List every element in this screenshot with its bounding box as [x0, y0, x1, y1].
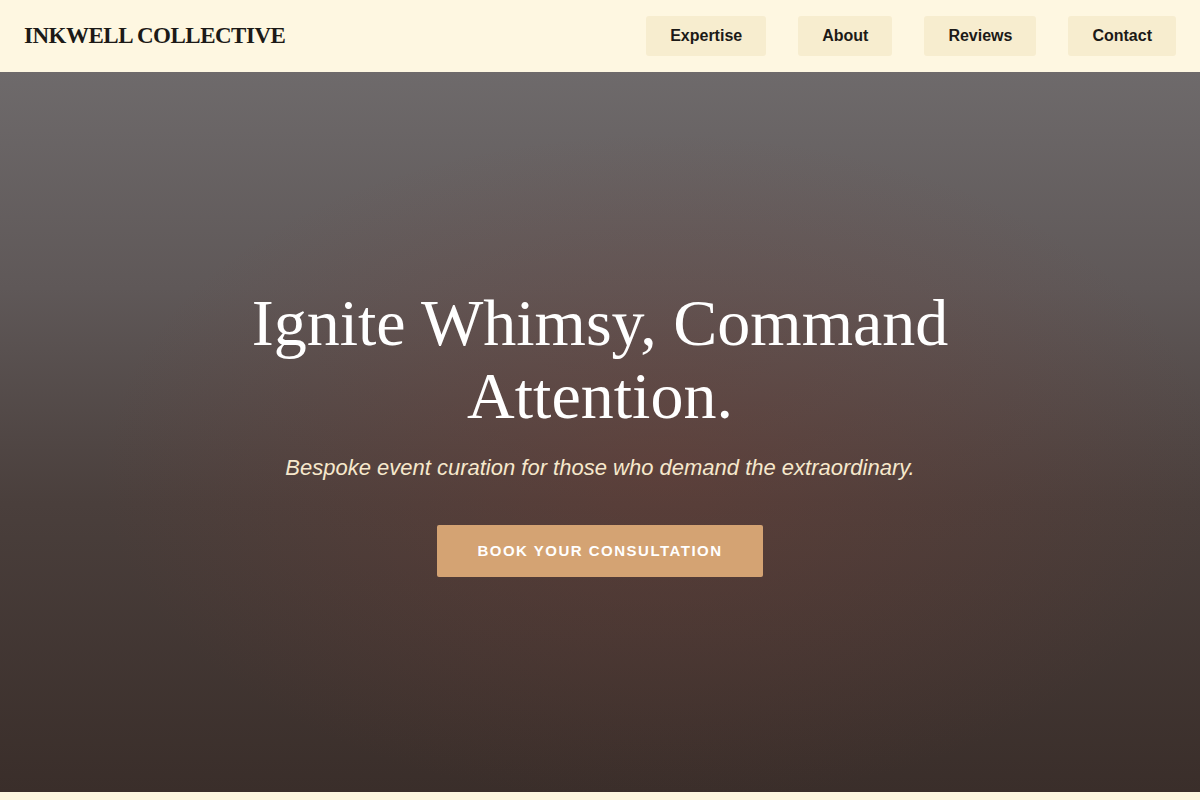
nav-link[interactable]: Contact — [1068, 16, 1176, 56]
main-nav: Expertise About Reviews Contact — [646, 16, 1176, 56]
hero-section: Ignite Whimsy, Command Attention. Bespoke… — [0, 72, 1200, 792]
page: INKWELL COLLECTIVE Expertise About Reviews C… — [0, 0, 1200, 800]
consultation-button[interactable]: BOOK YOUR CONSULTATION — [437, 525, 762, 577]
hero-subtitle: Bespoke event curation for those who dem… — [285, 455, 914, 481]
nav-link[interactable]: About — [798, 16, 892, 56]
brand-logo[interactable]: INKWELL COLLECTIVE — [24, 23, 285, 49]
site-header: INKWELL COLLECTIVE Expertise About Reviews C… — [0, 0, 1200, 72]
hero-title: Ignite Whimsy, Command Attention. — [170, 287, 1030, 432]
nav-link[interactable]: Reviews — [924, 16, 1036, 56]
nav-link[interactable]: Expertise — [646, 16, 766, 56]
